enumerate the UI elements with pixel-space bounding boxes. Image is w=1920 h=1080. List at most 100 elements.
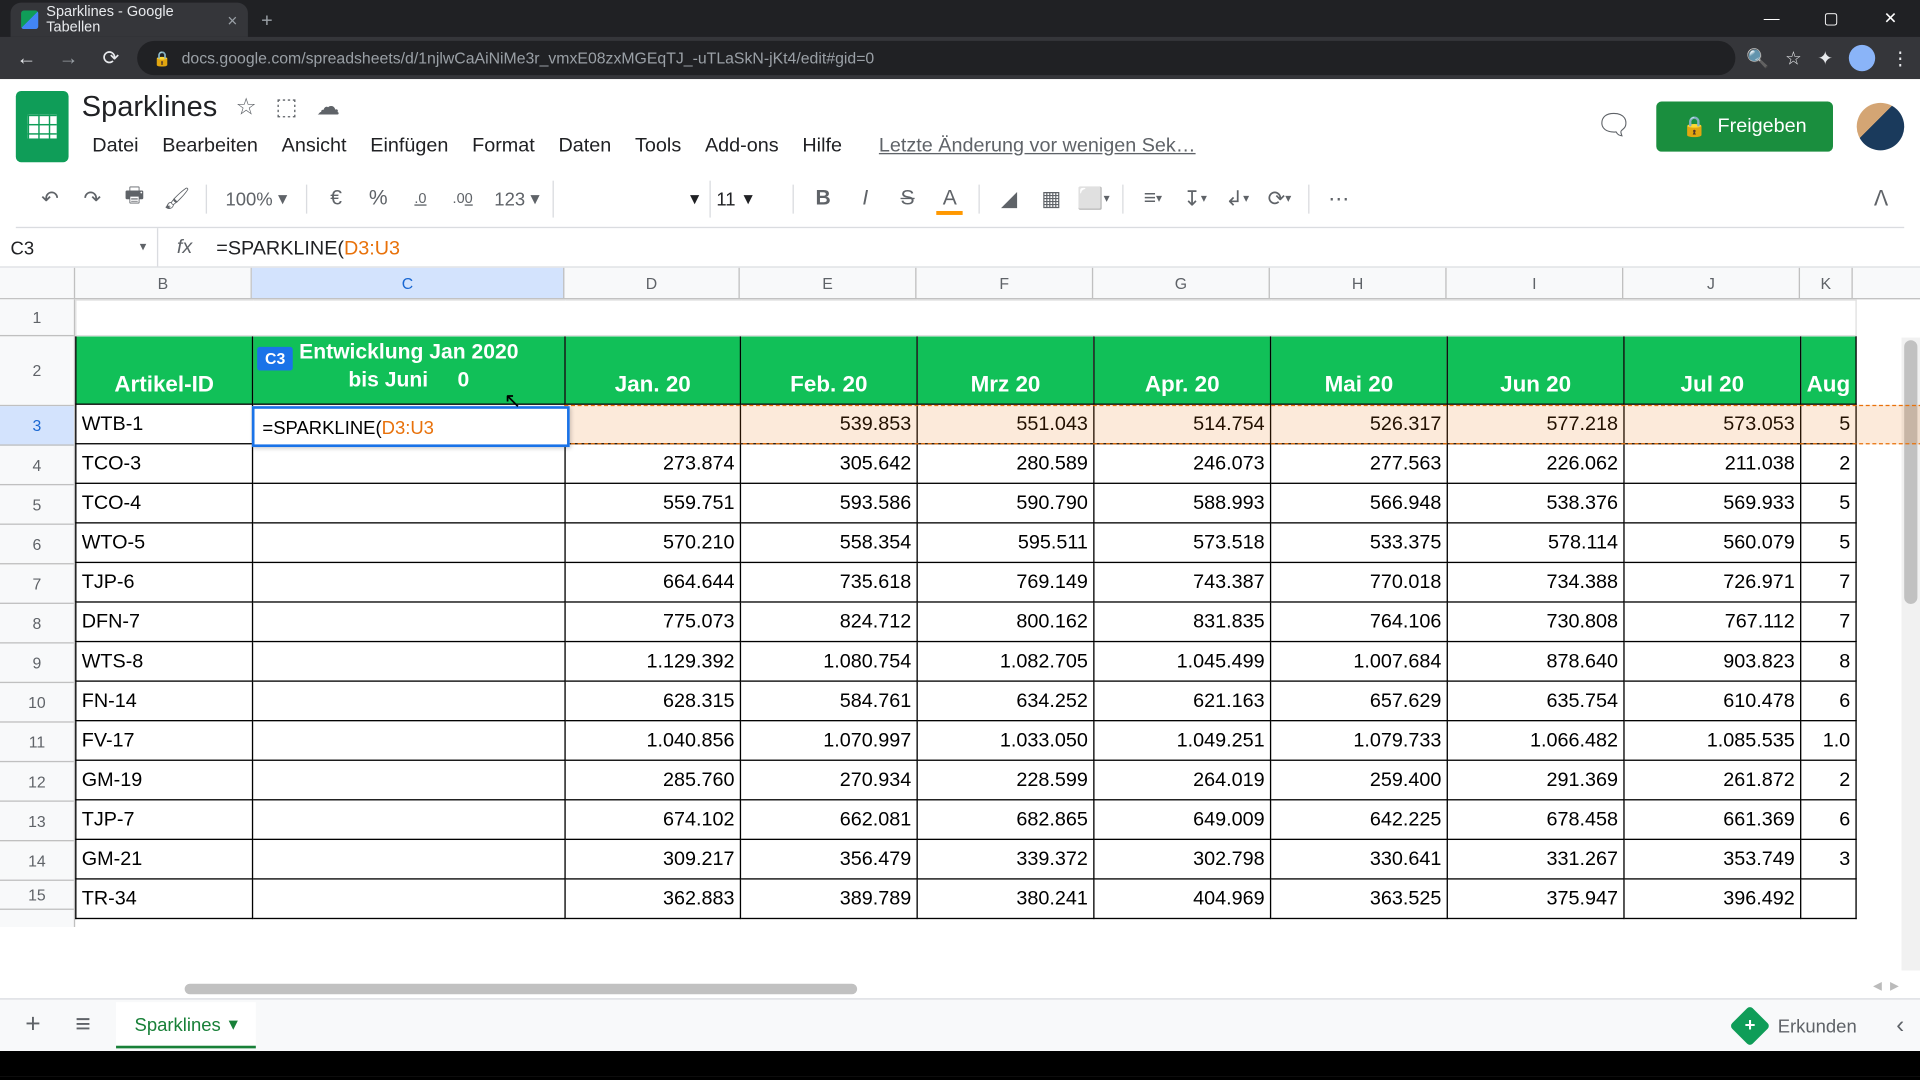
cell-sparkline[interactable] [253,562,566,602]
cell-value[interactable]: 593.586 [740,483,917,523]
cell-value[interactable]: 764.106 [1271,602,1448,642]
cell-value[interactable]: 559.751 [565,483,740,523]
cell-value[interactable]: 770.018 [1271,562,1448,602]
row-header-7[interactable]: 7 [0,564,74,604]
row-header-10[interactable]: 10 [0,683,74,723]
side-panel-collapse-icon[interactable]: ‹ [1896,1011,1904,1039]
cloud-status-icon[interactable]: ☁ [316,93,340,121]
header-artikel-id[interactable]: Artikel-ID [76,336,253,405]
cell-value[interactable]: 404.969 [1094,879,1271,919]
header-month[interactable]: Apr. 20 [1094,336,1271,405]
cell-value[interactable]: 635.754 [1447,681,1624,721]
cell-artikel-id[interactable]: WTS-8 [76,642,253,682]
cell-value[interactable]: 353.749 [1624,839,1801,879]
cell-value[interactable]: 538.376 [1447,483,1624,523]
row-header-2[interactable]: 2 [0,336,74,406]
menu-tools[interactable]: Tools [624,129,691,162]
cell-value[interactable]: 228.599 [917,760,1094,800]
share-button[interactable]: 🔒 Freigeben [1656,101,1833,151]
cell-value[interactable]: 7 [1801,602,1856,642]
cell-value[interactable]: 285.760 [565,760,740,800]
cell-value[interactable]: 664.644 [565,562,740,602]
cell-value[interactable]: 264.019 [1094,760,1271,800]
row-header-3[interactable]: 3 [0,406,74,446]
cell-value[interactable]: 628.315 [565,681,740,721]
cell-sparkline[interactable] [253,879,566,919]
cell-sparkline[interactable] [253,800,566,840]
horizontal-scrollbar[interactable] [79,981,1901,997]
cell-value[interactable]: 380.241 [917,879,1094,919]
profile-avatar-small[interactable] [1849,45,1875,71]
header-month[interactable]: Aug [1801,336,1856,405]
select-all-corner[interactable] [0,268,75,298]
cell-value[interactable]: 824.712 [740,602,917,642]
header-month[interactable]: Jun 20 [1447,336,1624,405]
cell-artikel-id[interactable]: GM-21 [76,839,253,879]
menu-daten[interactable]: Daten [548,129,622,162]
cell-value[interactable]: 735.618 [740,562,917,602]
menu-bearbeiten[interactable]: Bearbeiten [152,129,269,162]
cell-value[interactable]: 280.589 [917,444,1094,484]
cell-artikel-id[interactable]: GM-19 [76,760,253,800]
vertical-scrollbar[interactable] [1902,338,1920,971]
cell-value[interactable]: 878.640 [1447,642,1624,682]
row-header-12[interactable]: 12 [0,762,74,802]
cell-value[interactable]: 800.162 [917,602,1094,642]
merge-cells-button[interactable]: ⬜ ▾ [1075,180,1112,217]
cell-value[interactable]: 1.040.856 [565,721,740,761]
account-avatar[interactable] [1857,102,1904,149]
cell-value[interactable]: 573.053 [1624,404,1801,444]
cell-value[interactable]: 396.492 [1624,879,1801,919]
cell-value[interactable]: 356.479 [740,839,917,879]
cell-artikel-id[interactable]: DFN-7 [76,602,253,642]
cell-value[interactable]: 8 [1801,642,1856,682]
cell-sparkline[interactable] [253,602,566,642]
cell-value[interactable]: 5 [1801,523,1856,563]
comments-icon[interactable]: 🗨 [1595,107,1632,144]
cell-value[interactable]: 570.210 [565,523,740,563]
cell-value[interactable]: 566.948 [1271,483,1448,523]
cell-sparkline[interactable] [253,483,566,523]
cell-value[interactable]: 769.149 [917,562,1094,602]
cell-value[interactable]: 588.993 [1094,483,1271,523]
cell-value[interactable]: 261.872 [1624,760,1801,800]
cell-value[interactable]: 3 [1801,839,1856,879]
revision-history-link[interactable]: Letzte Änderung vor wenigen Sek… [868,129,1206,162]
cell-value[interactable]: 569.933 [1624,483,1801,523]
col-header-d[interactable]: D [564,268,739,298]
undo-button[interactable]: ↶ [32,180,69,217]
new-tab-button[interactable]: + [261,9,273,31]
cell-value[interactable]: 273.874 [565,444,740,484]
cell-value[interactable]: 1.045.499 [1094,642,1271,682]
cell-value[interactable]: 1.049.251 [1094,721,1271,761]
cell-value[interactable]: 577.218 [1447,404,1624,444]
cell-sparkline[interactable] [253,523,566,563]
number-format-select[interactable]: 123▾ [486,187,547,209]
cell-artikel-id[interactable]: TJP-7 [76,800,253,840]
cell-value[interactable]: 526.317 [1271,404,1448,444]
row-header-5[interactable]: 5 [0,485,74,525]
cell-sparkline[interactable] [253,839,566,879]
cell-value[interactable]: 578.114 [1447,523,1624,563]
name-box[interactable]: C3 ▾ [0,228,158,266]
cell-value[interactable]: 551.043 [917,404,1094,444]
cell-value[interactable]: 6 [1801,681,1856,721]
row-header-15[interactable]: 15 [0,881,74,910]
cell-artikel-id[interactable]: TCO-4 [76,483,253,523]
tab-close-icon[interactable]: × [227,10,237,30]
cell-artikel-id[interactable]: TR-34 [76,879,253,919]
row-header-14[interactable]: 14 [0,841,74,881]
document-title[interactable]: Sparklines [82,90,217,124]
cell-value[interactable]: 634.252 [917,681,1094,721]
cell-value[interactable]: 662.081 [740,800,917,840]
cell-value[interactable]: 661.369 [1624,800,1801,840]
cell-value[interactable]: 726.971 [1624,562,1801,602]
move-icon[interactable]: ⬚ [275,93,297,121]
strikethrough-button[interactable]: S [889,180,926,217]
font-size-select[interactable]: 11 ▾ [716,187,782,209]
cell-value[interactable]: 767.112 [1624,602,1801,642]
zoom-icon[interactable]: 🔍 [1746,47,1769,69]
header-month[interactable]: Mrz 20 [917,336,1094,405]
text-wrap-button[interactable]: ↲ ▾ [1219,180,1256,217]
cell-value[interactable]: 211.038 [1624,444,1801,484]
